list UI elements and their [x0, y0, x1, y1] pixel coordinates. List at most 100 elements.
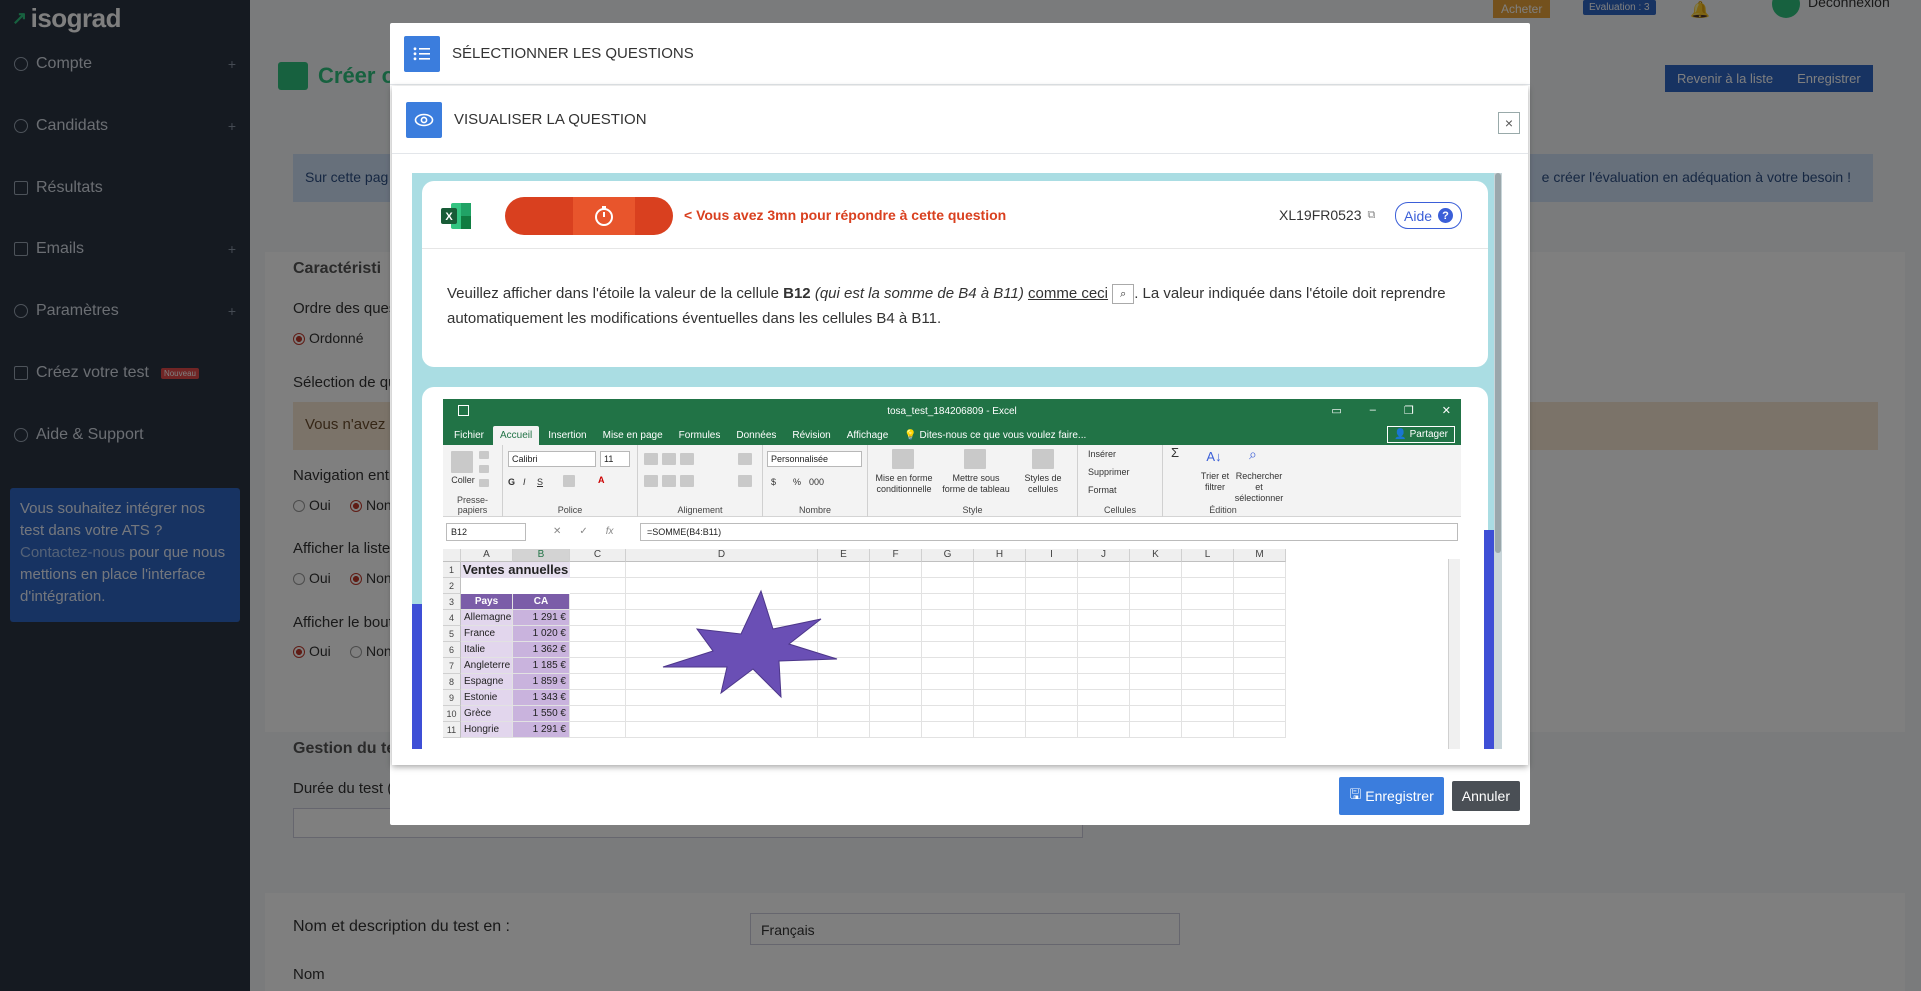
empty-cell — [922, 626, 974, 642]
row-header: 6 — [443, 642, 461, 658]
insert-label: Insérer — [1088, 449, 1117, 459]
zoom-icon[interactable]: ⌕ — [1112, 284, 1135, 305]
empty-cell — [1130, 578, 1182, 594]
empty-cell — [922, 594, 974, 610]
row-header: 2 — [443, 578, 461, 594]
percent-icon: % — [793, 477, 802, 487]
country-cell: Grèce — [461, 706, 513, 722]
group-number: Personnalisée $ % 000 Nombre — [763, 445, 868, 517]
q-italic: (qui est la somme de B4 à B11) — [814, 285, 1024, 302]
column-header: F — [870, 549, 922, 562]
empty-cell — [922, 722, 974, 738]
empty-cell — [974, 562, 1026, 578]
modal-header: SÉLECTIONNER LES QUESTIONS — [390, 23, 1530, 85]
scrollbar-thumb[interactable] — [1495, 173, 1501, 553]
copy-icon[interactable]: ⧉ — [1368, 209, 1376, 222]
empty-cell — [1130, 658, 1182, 674]
empty-cell — [974, 706, 1026, 722]
example-link[interactable]: comme ceci — [1028, 285, 1108, 302]
tab-revision: Révision — [792, 430, 831, 441]
column-header: B — [513, 549, 570, 562]
empty-cell — [870, 706, 922, 722]
table-format-label: Mettre sous forme de tableau — [942, 473, 1010, 494]
italic-icon: I — [523, 477, 526, 487]
save-label: Enregistrer — [1365, 788, 1434, 804]
tab-mise-en-page: Mise en page — [602, 430, 663, 441]
empty-cell — [626, 706, 818, 722]
empty-cell — [1182, 642, 1234, 658]
svg-text:X: X — [445, 211, 453, 223]
cancel-button[interactable]: Annuler — [1451, 781, 1520, 811]
empty-cell — [1130, 690, 1182, 706]
formula-icons: ✕ ✓ fx — [553, 526, 614, 537]
empty-cell — [1026, 626, 1078, 642]
empty-cell — [1182, 610, 1234, 626]
currency-icon: $ — [771, 477, 777, 487]
question-mark-icon: ? — [1438, 208, 1454, 223]
cell-styles-icon — [1032, 449, 1054, 469]
group-editing: Σ A↓ Trier et filtrer ⌕ Rechercher et sé… — [1163, 445, 1283, 517]
empty-cell — [922, 642, 974, 658]
empty-cell — [1078, 626, 1130, 642]
empty-cell — [1078, 674, 1130, 690]
empty-cell — [870, 722, 922, 738]
empty-cell — [922, 674, 974, 690]
save-button[interactable]: 🖫 Enregistrer — [1339, 777, 1444, 815]
empty-cell — [1026, 610, 1078, 626]
q-cell: B12 — [783, 285, 811, 302]
group-label: Style — [962, 505, 983, 515]
eye-icon — [406, 101, 442, 138]
fx-icon: fx — [605, 526, 614, 537]
format-label: Format — [1088, 485, 1117, 495]
underline-icon: S — [537, 477, 544, 487]
help-button[interactable]: Aide ? — [1395, 202, 1463, 229]
save-icon: 🖫 — [1349, 786, 1362, 802]
empty-cell — [870, 658, 922, 674]
empty-cell — [1234, 706, 1286, 722]
row-header: 4 — [443, 610, 461, 626]
empty-cell — [870, 642, 922, 658]
value-cell: 1 291 € — [513, 722, 570, 738]
empty-cell — [870, 578, 922, 594]
question-id: XL19FR0523 ⧉ — [1279, 207, 1375, 223]
group-font: Calibri 11 G I S A Police — [503, 445, 638, 517]
empty-cell — [974, 626, 1026, 642]
column-header: H — [974, 549, 1026, 562]
wrap-icon — [738, 453, 752, 465]
country-cell: Angleterre — [461, 658, 513, 674]
minimize-icon: – — [1369, 404, 1376, 416]
country-cell: Hongrie — [461, 722, 513, 738]
close-button[interactable]: × — [1498, 112, 1520, 134]
empty-cell — [818, 562, 870, 578]
align-bottom-icon — [680, 453, 694, 465]
empty-cell — [974, 578, 1026, 594]
empty-cell — [1026, 674, 1078, 690]
excel-screenshot: tosa_test_184206809 - Excel ▭ – ❐ ✕ Fichier… — [443, 399, 1461, 749]
viewer-scrollbar[interactable] — [1494, 173, 1502, 749]
empty-cell — [870, 610, 922, 626]
question-viewer: X < Vous avez 3mn pour répondre à cette … — [412, 173, 1502, 749]
column-header: I — [1026, 549, 1078, 562]
excel-logo-icon: X — [441, 203, 471, 229]
inner-modal-header: VISUALISER LA QUESTION × — [392, 86, 1528, 154]
empty-cell — [1234, 578, 1286, 594]
empty-cell — [974, 642, 1026, 658]
value-cell: 1 859 € — [513, 674, 570, 690]
inner-modal-title: VISUALISER LA QUESTION — [454, 111, 647, 128]
cut-icon — [479, 451, 489, 459]
formula-bar: B12 ✕ ✓ fx =SOMME(B4:B11) — [443, 523, 1461, 543]
close-icon: ✕ — [1441, 405, 1451, 417]
row-header: 10 — [443, 706, 461, 722]
empty-cell — [922, 578, 974, 594]
empty-cell — [1078, 722, 1130, 738]
country-cell: France — [461, 626, 513, 642]
row-header: 8 — [443, 674, 461, 690]
tab-fichier: Fichier — [454, 430, 485, 441]
decor-bar-left — [412, 604, 422, 749]
empty-cell — [1234, 562, 1286, 578]
excel-scrollbar — [1448, 559, 1460, 749]
modal-title: SÉLECTIONNER LES QUESTIONS — [452, 45, 694, 62]
timer-bar — [505, 197, 673, 235]
empty-cell — [1234, 610, 1286, 626]
empty-cell — [1234, 674, 1286, 690]
